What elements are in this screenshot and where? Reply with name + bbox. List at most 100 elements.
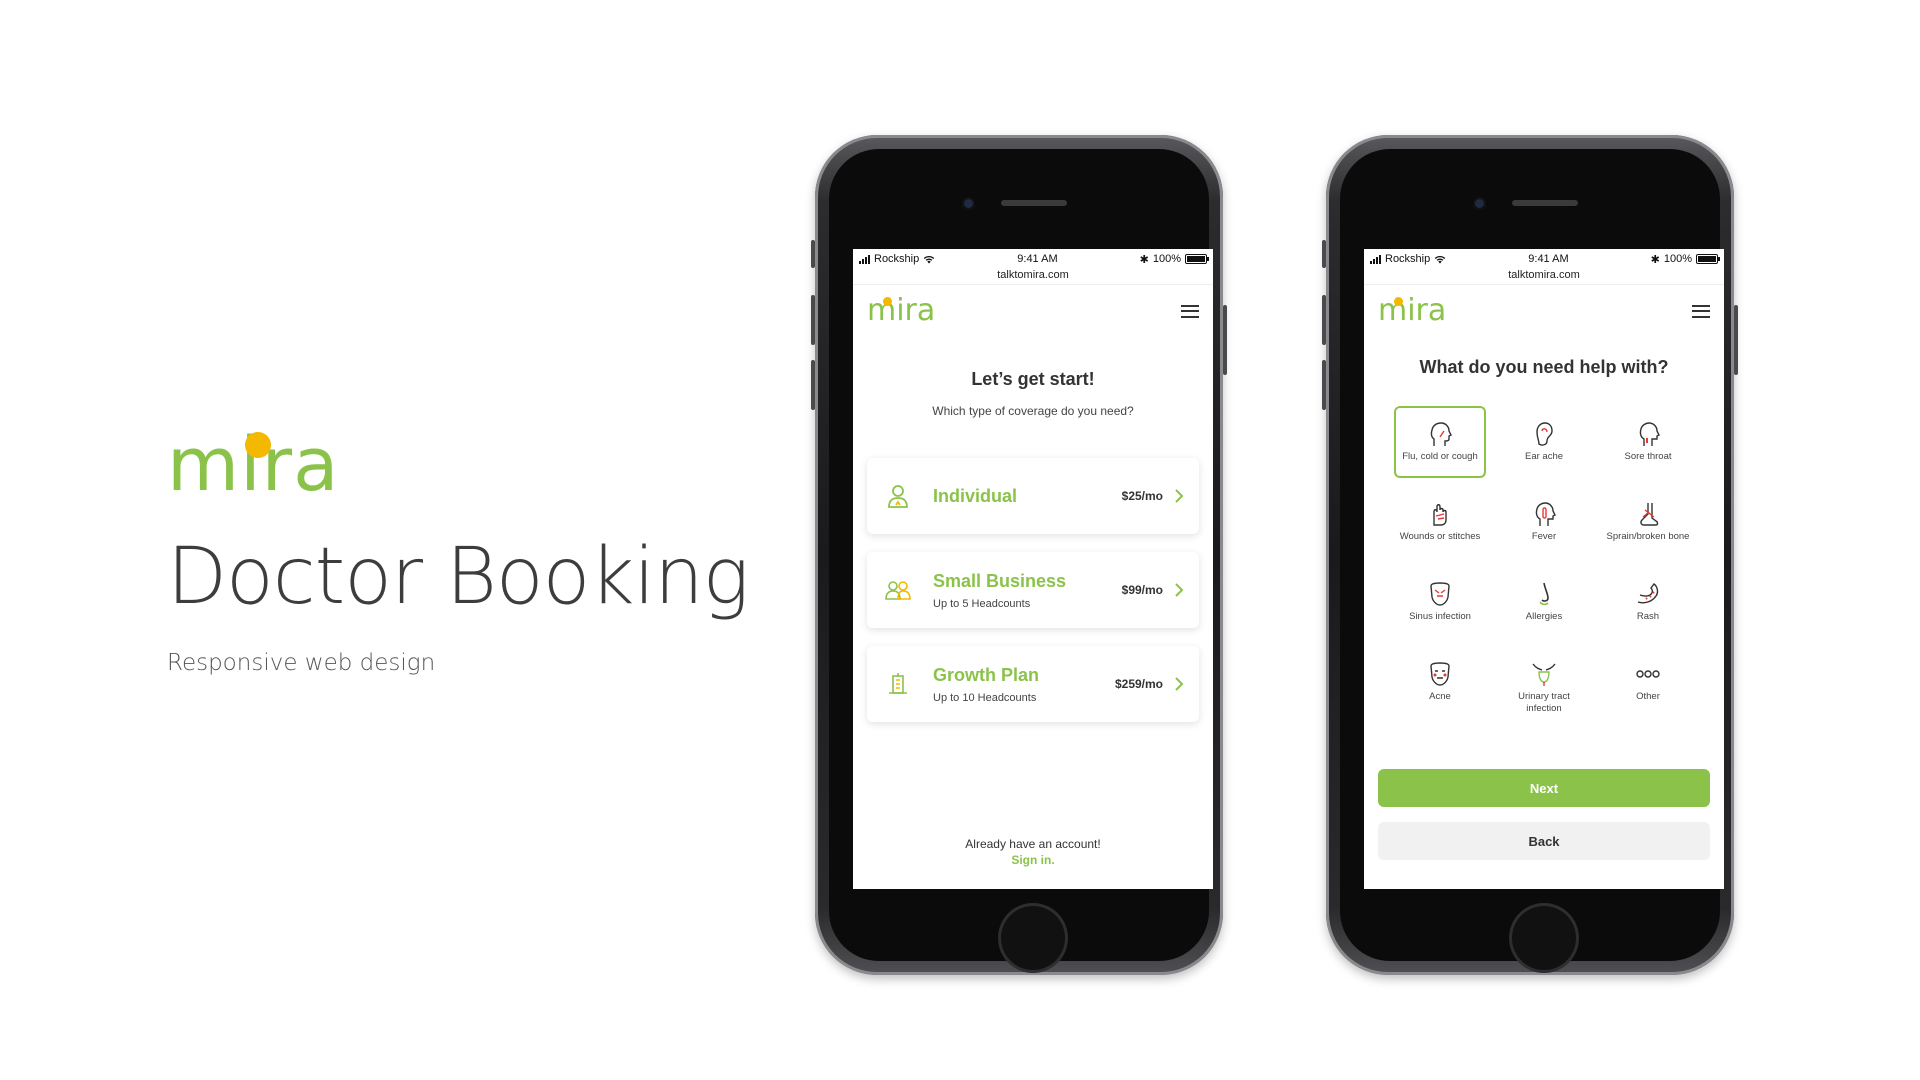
head-icon <box>1430 422 1452 446</box>
app-header: mira <box>1364 285 1724 337</box>
symptom-wounds[interactable]: Wounds or stitches <box>1394 486 1486 558</box>
symptom-label: Ear ache <box>1524 451 1564 462</box>
plan-card-small-business[interactable]: Small Business Up to 5 Headcounts $99/mo <box>867 552 1199 628</box>
battery-icon <box>1185 254 1209 264</box>
plan-name: Small Business <box>933 570 1067 591</box>
plan-list: Individual $25/mo Small Business Up to 5 … <box>853 458 1213 722</box>
signin-link[interactable]: Sign in. <box>1011 853 1054 867</box>
speaker-grille <box>1001 200 1067 206</box>
power-button <box>1734 305 1738 375</box>
power-button <box>1223 305 1227 375</box>
person-icon <box>888 485 908 508</box>
phone-bezel: Rockship 9:41 AM ✱ 100% talktomira.com m… <box>829 149 1213 970</box>
bluetooth-icon: ✱ <box>1139 253 1149 266</box>
signin-footer: Already have an account! Sign in. <box>853 837 1213 867</box>
thermometer-icon <box>1535 502 1556 526</box>
home-button <box>1001 906 1065 970</box>
plan-price: $25/mo <box>1121 489 1163 503</box>
chevron-right-icon <box>1175 677 1184 691</box>
volume-up-button <box>811 295 815 345</box>
plan-price: $259/mo <box>1114 677 1163 691</box>
symptom-label: Flu, cold or cough <box>1402 451 1478 462</box>
phone-mockup-symptoms: Rockship 9:41 AM ✱ 100% talktomira.com m… <box>1322 135 1738 975</box>
volume-down-button <box>811 360 815 410</box>
carrier-name: Rockship <box>1385 253 1431 265</box>
plan-name: Individual <box>933 485 1018 506</box>
battery-icon <box>1696 254 1720 264</box>
chevron-right-icon <box>1175 583 1184 597</box>
chevron-right-icon <box>1175 489 1184 503</box>
app-logo[interactable]: mira <box>867 296 935 326</box>
symptom-label: Sprain/broken bone <box>1606 531 1690 542</box>
foot-icon <box>1640 503 1659 526</box>
speaker-grille <box>1512 200 1578 206</box>
symptoms-screen: Rockship 9:41 AM ✱ 100% talktomira.com m… <box>1364 249 1724 889</box>
next-button[interactable]: Next <box>1378 769 1710 807</box>
group-icon <box>885 581 911 600</box>
wifi-icon <box>924 255 935 263</box>
camera-icon <box>1473 197 1486 210</box>
symptom-sprain[interactable]: Sprain/broken bone <box>1602 486 1694 558</box>
symptom-label: Fever <box>1531 531 1557 542</box>
plan-card-growth[interactable]: Growth Plan Up to 10 Headcounts $259/mo <box>867 646 1199 722</box>
dots-icon <box>1636 670 1660 678</box>
phone-mockup-coverage: Rockship 9:41 AM ✱ 100% talktomira.com m… <box>811 135 1227 975</box>
page-subtitle: Which type of coverage do you need? <box>932 404 1134 418</box>
hero: mira Doctor Booking Responsive web desig… <box>167 420 749 676</box>
mute-switch <box>811 240 815 268</box>
back-button[interactable]: Back <box>1378 822 1710 860</box>
page-title: Let’s get start! <box>971 369 1095 389</box>
carrier-name: Rockship <box>874 253 920 265</box>
url-bar[interactable]: talktomira.com <box>853 269 1213 285</box>
symptom-flu[interactable]: Flu, cold or cough <box>1394 406 1486 478</box>
urinary-icon <box>1532 663 1556 686</box>
face-acne-icon <box>1430 662 1450 686</box>
phone-bezel: Rockship 9:41 AM ✱ 100% talktomira.com m… <box>1340 149 1724 970</box>
battery-percent: 100% <box>1152 253 1181 265</box>
throat-icon <box>1639 422 1660 446</box>
status-time: 9:41 AM <box>1017 253 1058 265</box>
camera-icon <box>962 197 975 210</box>
symptom-other[interactable]: Other <box>1602 646 1694 718</box>
hamburger-menu-icon[interactable] <box>1692 304 1710 318</box>
signal-icon <box>859 254 870 264</box>
symptom-label: Wounds or stitches <box>1399 531 1481 542</box>
symptom-sinus[interactable]: Sinus infection <box>1394 566 1486 638</box>
symptom-urinary[interactable]: Urinary tract infection <box>1498 646 1590 718</box>
symptom-label: Urinary tract infection <box>1518 691 1570 714</box>
symptom-allergies[interactable]: Allergies <box>1498 566 1590 638</box>
ear-icon <box>1536 422 1553 446</box>
symptom-label: Sinus infection <box>1409 611 1471 622</box>
symptom-label: Allergies <box>1525 611 1563 622</box>
symptom-label: Other <box>1636 691 1660 702</box>
signal-icon <box>1370 254 1381 264</box>
hamburger-menu-icon[interactable] <box>1181 304 1199 318</box>
hero-title: Doctor Booking <box>167 532 749 622</box>
mute-switch <box>1322 240 1326 268</box>
app-logo[interactable]: mira <box>1378 296 1446 326</box>
wifi-icon <box>1435 255 1446 263</box>
symptom-sore-throat[interactable]: Sore throat <box>1602 406 1694 478</box>
bluetooth-icon: ✱ <box>1650 253 1660 266</box>
hero-subtitle: Responsive web design <box>167 650 436 676</box>
volume-up-button <box>1322 295 1326 345</box>
home-button <box>1512 906 1576 970</box>
plan-headcounts: Up to 5 Headcounts <box>933 597 1031 610</box>
symptom-ear-ache[interactable]: Ear ache <box>1498 406 1590 478</box>
symptom-acne[interactable]: Acne <box>1394 646 1486 718</box>
nose-icon <box>1539 582 1549 606</box>
mira-logo: mira <box>167 420 367 510</box>
plan-card-individual[interactable]: Individual $25/mo <box>867 458 1199 534</box>
url-bar[interactable]: talktomira.com <box>1364 269 1724 285</box>
symptom-fever[interactable]: Fever <box>1498 486 1590 558</box>
status-bar: Rockship 9:41 AM ✱ 100% <box>1364 249 1724 269</box>
symptom-rash[interactable]: Rash <box>1602 566 1694 638</box>
symptom-label: Sore throat <box>1624 451 1672 462</box>
bandage-icon <box>1433 504 1447 526</box>
battery-percent: 100% <box>1663 253 1692 265</box>
status-time: 9:41 AM <box>1528 253 1569 265</box>
status-bar: Rockship 9:41 AM ✱ 100% <box>853 249 1213 269</box>
app-header: mira <box>853 285 1213 337</box>
page-title: What do you need help with? <box>1419 357 1669 377</box>
symptom-label: Rash <box>1636 611 1660 622</box>
